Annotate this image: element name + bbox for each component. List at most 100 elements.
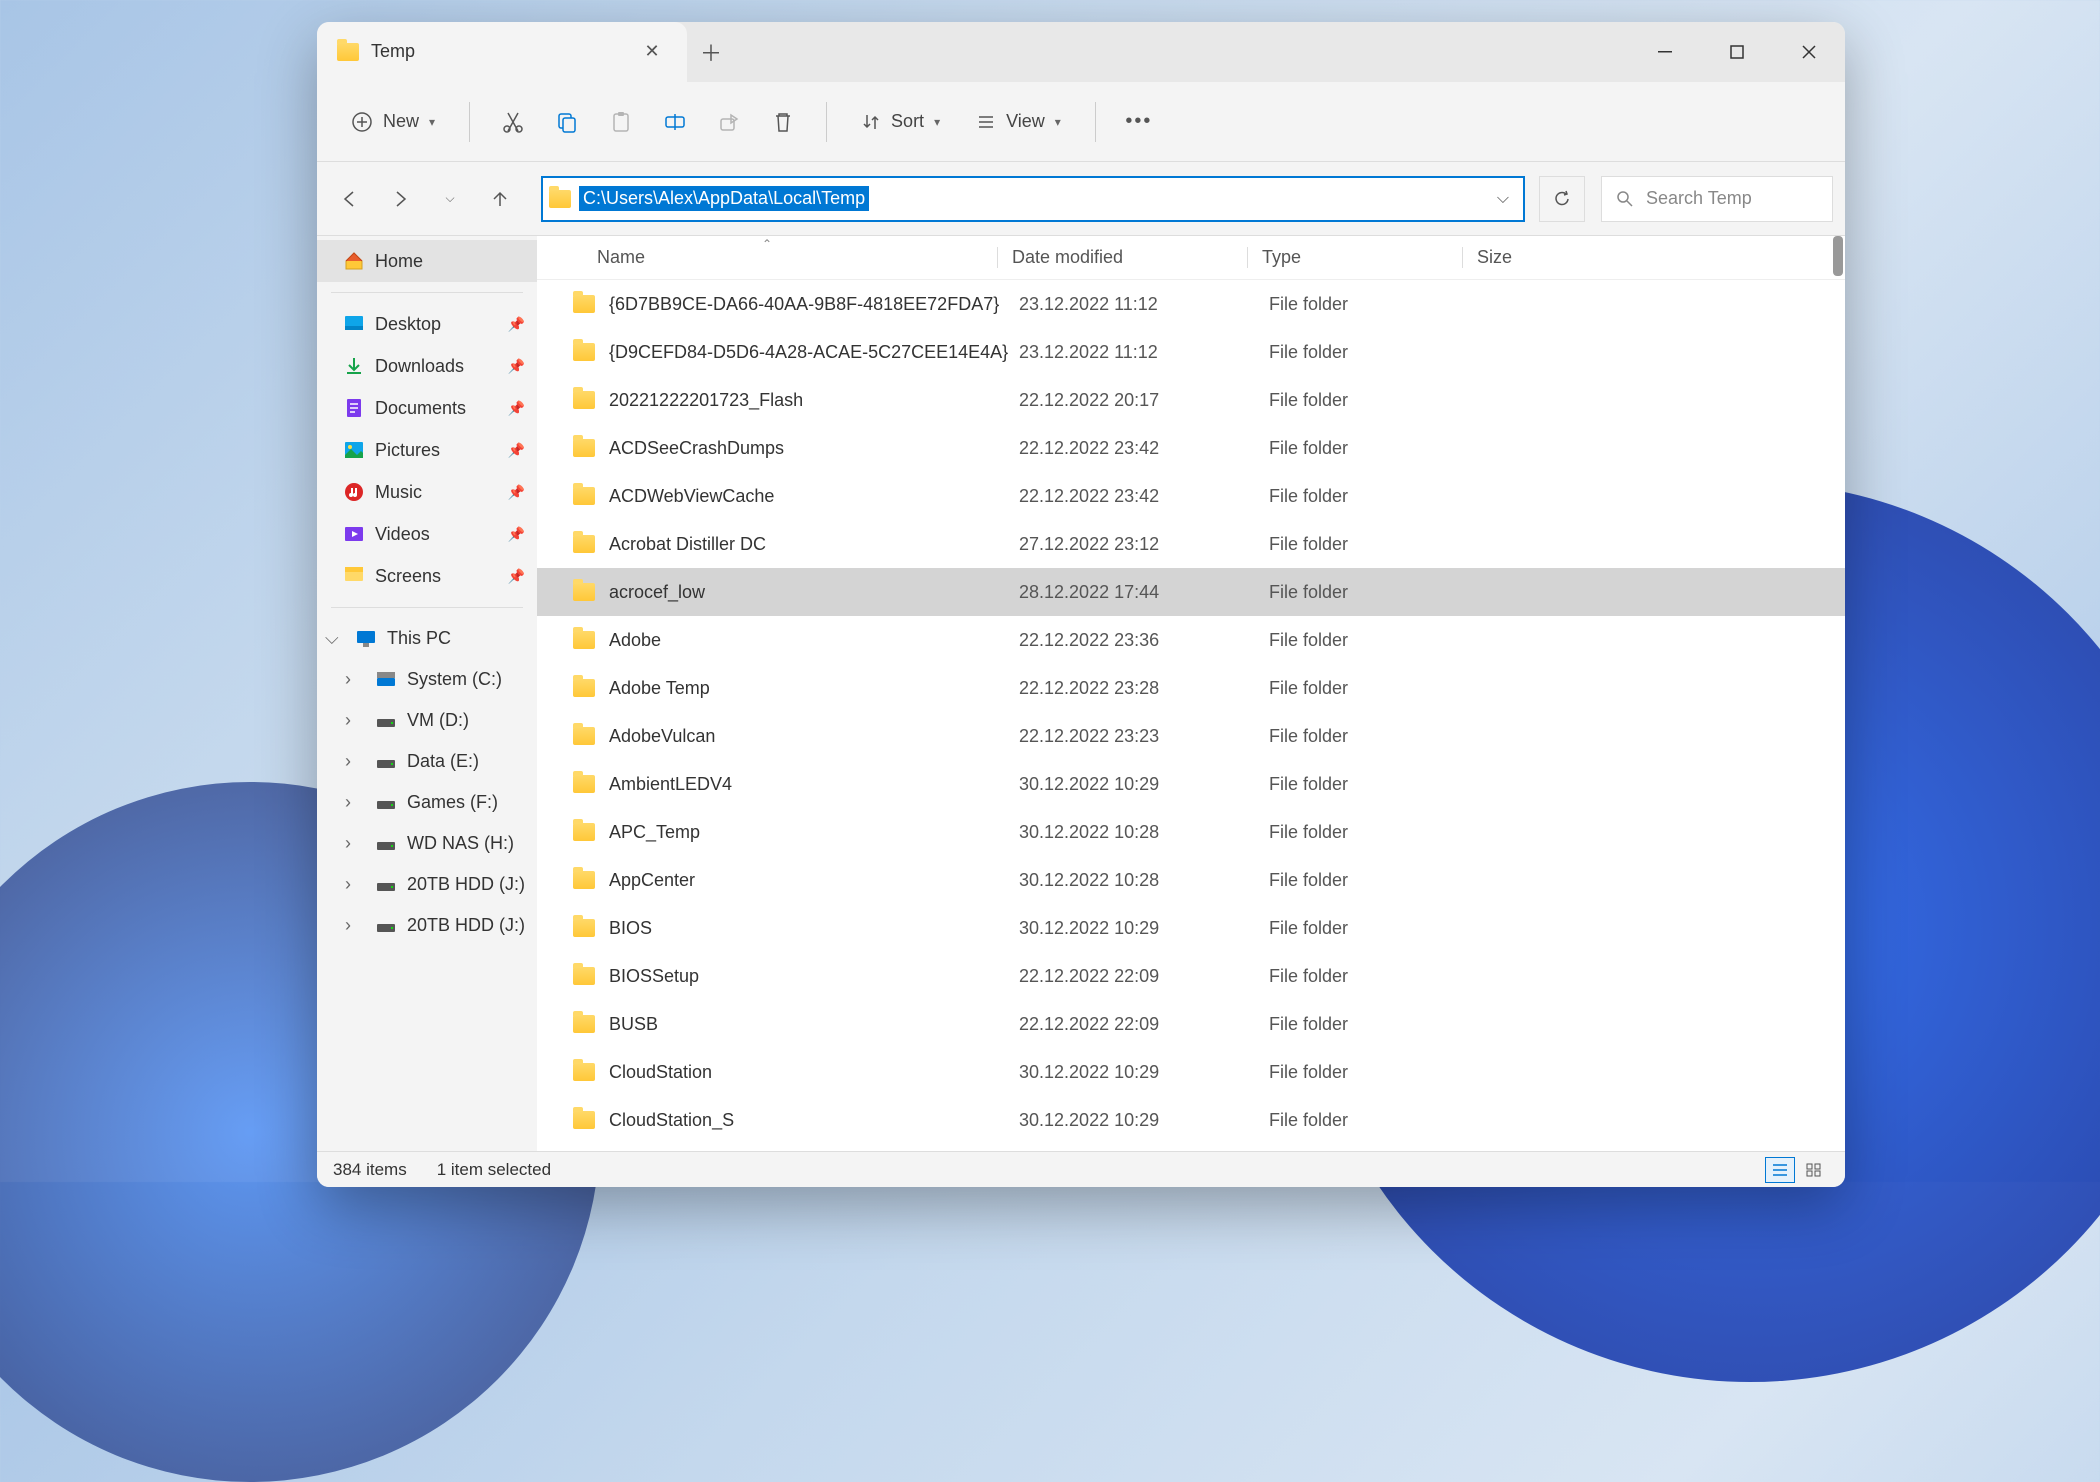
file-type: File folder (1269, 294, 1484, 315)
sidebar-quick-item[interactable]: Videos📌 (317, 513, 537, 555)
address-dropdown[interactable]: ⌵ (1489, 190, 1517, 208)
sidebar-label: 20TB HDD (J:) (407, 915, 525, 936)
chevron-down-icon: ▾ (429, 115, 435, 129)
sidebar-quick-item[interactable]: Pictures📌 (317, 429, 537, 471)
file-type: File folder (1269, 918, 1484, 939)
file-row[interactable]: AppCenter30.12.2022 10:28File folder (537, 856, 1845, 904)
chevron-right-icon: › (345, 751, 365, 772)
sidebar-drive-item[interactable]: ›Data (E:) (317, 741, 537, 782)
folder-icon (573, 967, 595, 985)
drive-icon (375, 752, 397, 772)
folder-icon (573, 919, 595, 937)
sidebar: Home Desktop📌Downloads📌Documents📌Picture… (317, 236, 537, 1151)
back-button[interactable] (329, 178, 371, 220)
sidebar-drive-item[interactable]: ›WD NAS (H:) (317, 823, 537, 864)
file-row[interactable]: ACDWebViewCache22.12.2022 23:42File fold… (537, 472, 1845, 520)
sidebar-quick-item[interactable]: Documents📌 (317, 387, 537, 429)
column-name[interactable]: ⌃Name (537, 247, 997, 268)
tab-active[interactable]: Temp ✕ (317, 22, 687, 82)
file-row[interactable]: ACDSeeCrashDumps22.12.2022 23:42File fol… (537, 424, 1845, 472)
file-name: {6D7BB9CE-DA66-40AA-9B8F-4818EE72FDA7} (609, 294, 1019, 315)
file-row[interactable]: Adobe22.12.2022 23:36File folder (537, 616, 1845, 664)
up-button[interactable] (479, 178, 521, 220)
folder-icon (573, 439, 595, 457)
file-row[interactable]: CloudStation30.12.2022 10:29File folder (537, 1048, 1845, 1096)
sidebar-drive-item[interactable]: ›VM (D:) (317, 700, 537, 741)
item-count: 384 items (333, 1160, 407, 1180)
folder-icon (573, 727, 595, 745)
sidebar-quick-item[interactable]: Downloads📌 (317, 345, 537, 387)
maximize-button[interactable] (1717, 32, 1757, 72)
folder-icon (573, 343, 595, 361)
file-row[interactable]: AmbientLEDV430.12.2022 10:29File folder (537, 760, 1845, 808)
file-name: Acrobat Distiller DC (609, 534, 1019, 555)
more-button[interactable]: ••• (1116, 99, 1162, 145)
rename-button[interactable] (652, 99, 698, 145)
file-row[interactable]: AdobeVulcan22.12.2022 23:23File folder (537, 712, 1845, 760)
file-row[interactable]: BIOS30.12.2022 10:29File folder (537, 904, 1845, 952)
refresh-button[interactable] (1539, 176, 1585, 222)
cut-button[interactable] (490, 99, 536, 145)
sidebar-home[interactable]: Home (317, 240, 537, 282)
sort-asc-icon: ⌃ (762, 237, 772, 251)
close-button[interactable] (1789, 32, 1829, 72)
content: Home Desktop📌Downloads📌Documents📌Picture… (317, 236, 1845, 1151)
recent-button[interactable]: ⌵ (429, 178, 471, 220)
file-row[interactable]: Adobe Temp22.12.2022 23:28File folder (537, 664, 1845, 712)
column-date[interactable]: Date modified (997, 247, 1247, 268)
file-row[interactable]: {6D7BB9CE-DA66-40AA-9B8F-4818EE72FDA7}23… (537, 280, 1845, 328)
new-tab-button[interactable]: ＋ (687, 22, 735, 82)
file-row[interactable]: Acrobat Distiller DC27.12.2022 23:12File… (537, 520, 1845, 568)
scrollbar[interactable] (1833, 236, 1843, 276)
column-type[interactable]: Type (1247, 247, 1462, 268)
file-row[interactable]: 20221222201723_Flash22.12.2022 20:17File… (537, 376, 1845, 424)
search-box[interactable]: Search Temp (1601, 176, 1833, 222)
file-list[interactable]: {6D7BB9CE-DA66-40AA-9B8F-4818EE72FDA7} 23… (537, 280, 1845, 1151)
view-button[interactable]: View ▾ (962, 103, 1075, 140)
column-size[interactable]: Size (1462, 247, 1845, 268)
file-type: File folder (1269, 342, 1484, 363)
address-bar[interactable]: C:\Users\Alex\AppData\Local\Temp ⌵ (541, 176, 1525, 222)
sidebar-quick-item[interactable]: Music📌 (317, 471, 537, 513)
file-row[interactable]: BIOSSetup22.12.2022 22:09File folder (537, 952, 1845, 1000)
file-date: 22.12.2022 23:42 (1019, 486, 1269, 507)
sort-button[interactable]: Sort ▾ (847, 103, 954, 140)
file-row[interactable]: APC_Temp30.12.2022 10:28File folder (537, 808, 1845, 856)
minimize-button[interactable] (1645, 32, 1685, 72)
file-date: 22.12.2022 23:42 (1019, 438, 1269, 459)
file-row[interactable]: acrocef_low28.12.2022 17:44File folder (537, 568, 1845, 616)
file-type: File folder (1269, 678, 1484, 699)
close-tab-button[interactable]: ✕ (637, 37, 667, 67)
forward-button[interactable] (379, 178, 421, 220)
drive-icon (375, 875, 397, 895)
paste-button[interactable] (598, 99, 644, 145)
sidebar-thispc[interactable]: ⌵ This PC (317, 618, 537, 659)
sidebar-label: WD NAS (H:) (407, 833, 514, 854)
file-type: File folder (1269, 726, 1484, 747)
thumbnails-view-toggle[interactable] (1799, 1157, 1829, 1183)
delete-button[interactable] (760, 99, 806, 145)
share-button[interactable] (706, 99, 752, 145)
drive-icon (375, 834, 397, 854)
new-button[interactable]: New ▾ (337, 103, 449, 141)
sidebar-drive-item[interactable]: ›20TB HDD (J:) (317, 905, 537, 946)
chevron-down-icon: ▾ (934, 115, 940, 129)
file-row[interactable]: {D9CEFD84-D5D6-4A28-ACAE-5C27CEE14E4A}23… (537, 328, 1845, 376)
file-row[interactable]: BUSB22.12.2022 22:09File folder (537, 1000, 1845, 1048)
sidebar-drive-item[interactable]: ›20TB HDD (J:) (317, 864, 537, 905)
file-row[interactable]: CloudStation_S30.12.2022 10:29File folde… (537, 1096, 1845, 1144)
folder-icon (573, 1111, 595, 1129)
cut-icon (502, 111, 524, 133)
folder-icon (573, 535, 595, 553)
file-date: 23.12.2022 11:12 (1019, 342, 1269, 363)
pc-icon (355, 629, 377, 649)
file-type: File folder (1269, 582, 1484, 603)
pin-icon: 📌 (508, 526, 525, 543)
copy-button[interactable] (544, 99, 590, 145)
sidebar-quick-item[interactable]: Desktop📌 (317, 303, 537, 345)
details-view-toggle[interactable] (1765, 1157, 1795, 1183)
sidebar-quick-item[interactable]: Screens📌 (317, 555, 537, 597)
sidebar-drive-item[interactable]: ›System (C:) (317, 659, 537, 700)
file-type: File folder (1269, 1014, 1484, 1035)
sidebar-drive-item[interactable]: ›Games (F:) (317, 782, 537, 823)
